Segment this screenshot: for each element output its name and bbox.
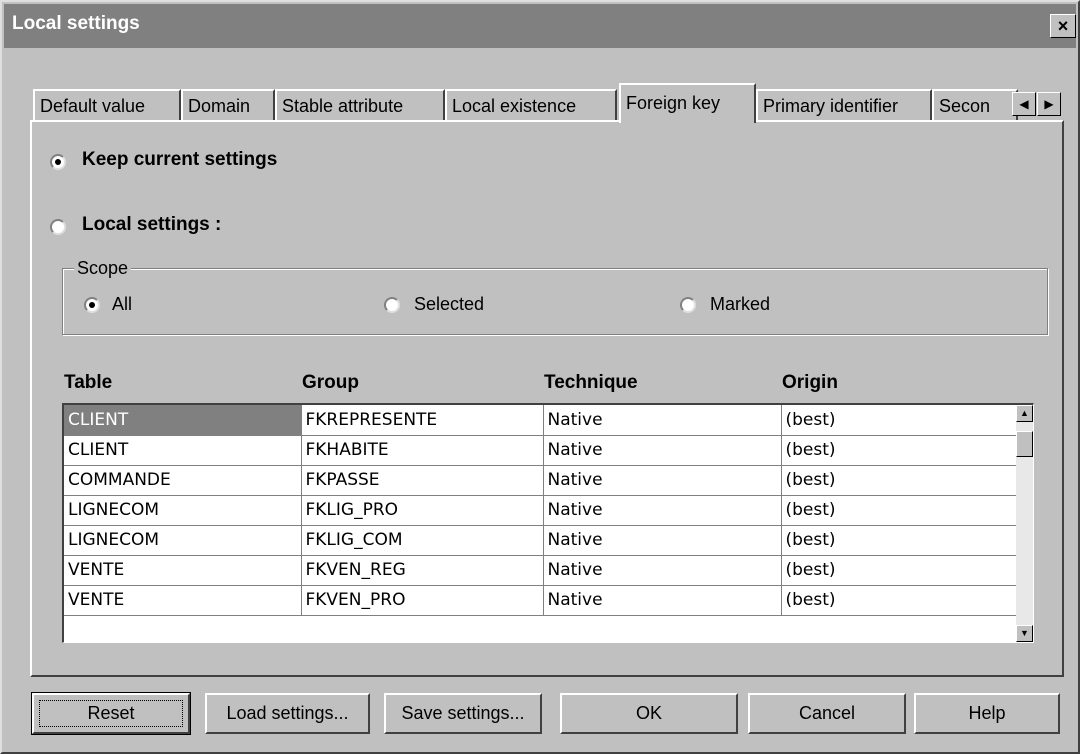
reset-button[interactable]: Reset — [31, 692, 191, 735]
tab-default-value[interactable]: Default value — [33, 89, 181, 122]
table-cell[interactable]: LIGNECOM — [64, 525, 302, 556]
table-cell[interactable]: FKVEN_REG — [301, 555, 544, 586]
table-cell[interactable]: FKPASSE — [301, 465, 544, 496]
table-row[interactable]: LIGNECOM FKLIG_PRO Native (best) — [64, 495, 1016, 526]
ok-button[interactable]: OK — [560, 693, 738, 734]
foreign-key-table: CLIENT FKREPRESENTE Native (best) CLIENT… — [64, 405, 1016, 616]
table-row[interactable]: VENTE FKVEN_PRO Native (best) — [64, 585, 1016, 616]
local-settings-radio[interactable] — [50, 219, 66, 235]
tab-local-existence[interactable]: Local existence — [445, 89, 617, 122]
table-cell[interactable]: FKLIG_PRO — [301, 495, 544, 526]
table-cell[interactable]: FKHABITE — [301, 435, 544, 466]
title-bar: Local settings × — [4, 4, 1076, 48]
table-cell[interactable]: Native — [543, 495, 782, 526]
table-cell[interactable]: VENTE — [64, 555, 302, 586]
table-cell[interactable]: (best) — [781, 555, 1016, 586]
load-settings-button[interactable]: Load settings... — [205, 693, 370, 734]
table-cell[interactable]: (best) — [781, 525, 1016, 556]
keep-current-radio[interactable] — [50, 154, 66, 170]
scroll-down-icon[interactable]: ▼ — [1016, 625, 1033, 642]
tab-stable-attribute[interactable]: Stable attribute — [275, 89, 445, 122]
table-row[interactable]: LIGNECOM FKLIG_COM Native (best) — [64, 525, 1016, 556]
close-button[interactable]: × — [1050, 14, 1076, 38]
window-title: Local settings — [12, 13, 140, 34]
table-cell[interactable]: (best) — [781, 435, 1016, 466]
column-header-table: Table — [64, 372, 113, 393]
table-cell[interactable]: CLIENT — [64, 405, 302, 436]
tab-domain[interactable]: Domain — [181, 89, 275, 122]
table-cell[interactable]: FKREPRESENTE — [301, 405, 544, 436]
scope-marked-label[interactable]: Marked — [710, 294, 770, 315]
scroll-up-icon[interactable]: ▲ — [1016, 405, 1033, 422]
table-cell[interactable]: Native — [543, 585, 782, 616]
column-header-technique: Technique — [544, 372, 638, 393]
column-header-group: Group — [302, 372, 359, 393]
table-cell[interactable]: COMMANDE — [64, 465, 302, 496]
table-cell[interactable]: Native — [543, 465, 782, 496]
tab-secondary[interactable]: Secon — [932, 89, 1018, 122]
table-cell[interactable]: Native — [543, 405, 782, 436]
table-cell[interactable]: FKVEN_PRO — [301, 585, 544, 616]
scope-all-label[interactable]: All — [112, 294, 132, 315]
column-header-origin: Origin — [782, 372, 838, 393]
tab-foreign-key[interactable]: Foreign key — [619, 83, 756, 123]
table-cell[interactable]: VENTE — [64, 585, 302, 616]
table-cell[interactable]: Native — [543, 435, 782, 466]
keep-current-label[interactable]: Keep current settings — [82, 149, 277, 171]
scope-groupbox — [62, 268, 1048, 335]
cancel-button[interactable]: Cancel — [748, 693, 906, 734]
table-cell[interactable]: LIGNECOM — [64, 495, 302, 526]
tab-scroll-right-icon[interactable]: ▶ — [1037, 92, 1061, 116]
focus-rectangle — [39, 700, 183, 727]
table-row[interactable]: CLIENT FKHABITE Native (best) — [64, 435, 1016, 466]
save-settings-button[interactable]: Save settings... — [384, 693, 542, 734]
table-cell[interactable]: Native — [543, 525, 782, 556]
tab-primary-identifier[interactable]: Primary identifier — [756, 89, 932, 122]
grid-vertical-scrollbar[interactable]: ▲ ▼ — [1016, 405, 1033, 642]
scope-selected-radio[interactable] — [384, 297, 400, 313]
scope-selected-label[interactable]: Selected — [414, 294, 484, 315]
scroll-thumb[interactable] — [1016, 431, 1033, 457]
table-cell[interactable]: (best) — [781, 465, 1016, 496]
scope-label: Scope — [74, 258, 132, 279]
table-cell[interactable]: CLIENT — [64, 435, 302, 466]
scope-all-radio[interactable] — [84, 297, 100, 313]
tab-scroll-left-icon[interactable]: ◀ — [1012, 92, 1036, 116]
table-row[interactable]: CLIENT FKREPRESENTE Native (best) — [64, 405, 1016, 436]
scope-marked-radio[interactable] — [680, 297, 696, 313]
local-settings-label[interactable]: Local settings : — [82, 214, 221, 236]
table-cell[interactable]: (best) — [781, 405, 1016, 436]
foreign-key-grid[interactable]: CLIENT FKREPRESENTE Native (best) CLIENT… — [62, 403, 1034, 643]
help-button[interactable]: Help — [914, 693, 1060, 734]
table-cell[interactable]: (best) — [781, 495, 1016, 526]
table-row[interactable]: VENTE FKVEN_REG Native (best) — [64, 555, 1016, 586]
table-cell[interactable]: Native — [543, 555, 782, 586]
table-row[interactable]: COMMANDE FKPASSE Native (best) — [64, 465, 1016, 496]
table-cell[interactable]: FKLIG_COM — [301, 525, 544, 556]
table-cell[interactable]: (best) — [781, 585, 1016, 616]
